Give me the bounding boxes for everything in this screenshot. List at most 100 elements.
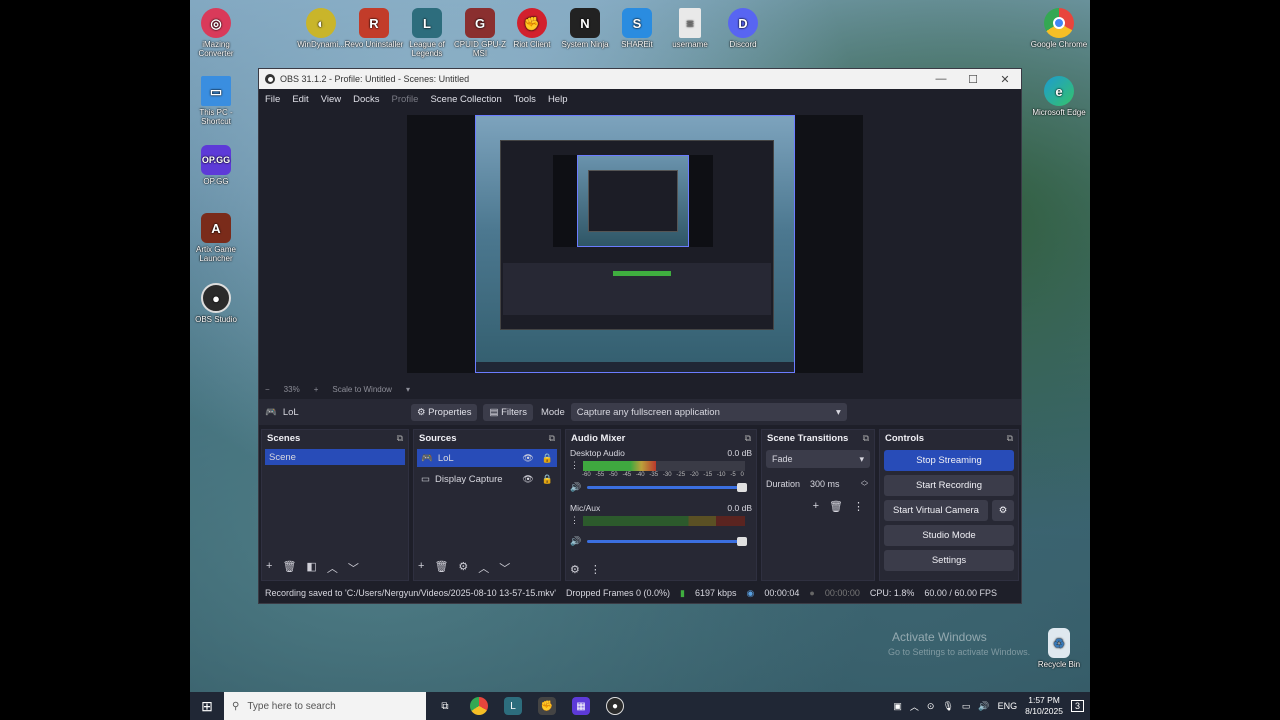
move-up-icon[interactable]: ︿	[478, 560, 489, 576]
dock-menu-icon[interactable]: ⧉	[397, 433, 403, 444]
desktop-icon-imazing[interactable]: ◎ iMazing Converter	[190, 8, 247, 58]
desktop-icon-chrome[interactable]: Google Chrome	[1028, 8, 1090, 49]
taskbar: ⊞ ⚲ Type here to search ⧉ L ✊ ▦ ● ▣ ︿ ⊙ …	[190, 692, 1090, 720]
move-down-icon[interactable]: ﹀	[348, 560, 359, 576]
tick-label: -60	[582, 472, 591, 478]
chrome-taskbar-icon[interactable]	[470, 697, 488, 715]
windows-start-icon[interactable]: ⊞	[190, 698, 224, 715]
kebab-menu-icon[interactable]: ⋮	[590, 563, 601, 576]
kebab-menu-icon[interactable]: ⋮	[853, 500, 864, 513]
desktop-icon-obs[interactable]: ● OBS Studio	[190, 283, 247, 324]
obs-taskbar-icon[interactable]: ●	[606, 697, 624, 715]
remove-source-icon[interactable]: 🗑	[434, 560, 448, 576]
desktop-icon-edge[interactable]: e Microsoft Edge	[1028, 76, 1090, 117]
network-icon[interactable]: ▭	[962, 701, 971, 712]
desktop-icon-opgg[interactable]: OP.GG OP.GG	[190, 145, 247, 186]
source-properties-icon[interactable]: ⚙	[458, 560, 468, 576]
menu-tools[interactable]: Tools	[514, 94, 536, 105]
volume-slider-knob[interactable]	[737, 537, 748, 546]
maximize-button[interactable]: ☐	[957, 73, 989, 86]
add-transition-icon[interactable]: +	[813, 500, 819, 513]
volume-slider[interactable]	[587, 483, 748, 492]
microphone-icon[interactable]: 🎙	[942, 701, 953, 712]
volume-slider[interactable]	[587, 537, 748, 546]
stop-streaming-button[interactable]: Stop Streaming	[884, 450, 1014, 471]
language-indicator[interactable]: ENG	[998, 701, 1018, 711]
edge-icon: e	[1044, 76, 1074, 106]
riot-taskbar-icon[interactable]: ✊	[538, 697, 556, 715]
duration-input[interactable]: 300 ms ︿ ﹀	[808, 476, 870, 492]
dock-menu-icon[interactable]: ⧉	[549, 433, 555, 444]
minimize-button[interactable]: —	[925, 73, 957, 86]
move-up-icon[interactable]: ︿	[327, 560, 338, 576]
shareit-icon: S	[622, 8, 652, 38]
zoom-out-button[interactable]: −	[265, 385, 270, 394]
start-recording-button[interactable]: Start Recording	[884, 475, 1014, 496]
speaker-icon[interactable]: 🔊	[570, 482, 581, 493]
taskbar-search[interactable]: ⚲ Type here to search	[224, 692, 426, 720]
menu-docks[interactable]: Docks	[353, 94, 379, 105]
lock-icon[interactable]: 🔒	[542, 474, 553, 485]
source-item-display-capture[interactable]: ▭ Display Capture 👁 🔒	[417, 470, 557, 488]
menu-profile[interactable]: Profile	[392, 94, 419, 105]
transition-select[interactable]: Fade ▾	[766, 450, 870, 468]
menu-view[interactable]: View	[321, 94, 341, 105]
speaker-icon[interactable]: 🔊	[570, 536, 581, 547]
mode-select[interactable]: Capture any fullscreen application ▾	[570, 403, 847, 421]
eye-icon[interactable]: 👁	[522, 474, 533, 485]
kebab-menu-icon[interactable]: ⋮	[570, 460, 579, 471]
settings-button[interactable]: Settings	[884, 550, 1014, 571]
kebab-menu-icon[interactable]: ⋮	[570, 515, 579, 526]
volume-icon[interactable]: 🔊	[978, 701, 989, 712]
app-taskbar-icon[interactable]: ▦	[572, 697, 590, 715]
chevron-down-icon[interactable]: ▾	[406, 385, 410, 394]
menu-file[interactable]: File	[265, 94, 280, 105]
desktop-icon-discord[interactable]: D Discord	[712, 8, 774, 49]
bitrate: 6197 kbps	[694, 588, 737, 598]
volume-slider-knob[interactable]	[737, 483, 748, 492]
signal-icon: ▮	[679, 587, 685, 598]
dock-menu-icon[interactable]: ⧉	[863, 433, 869, 444]
preview-canvas[interactable]	[407, 115, 863, 373]
menu-scene-collection[interactable]: Scene Collection	[430, 94, 501, 105]
obs-titlebar[interactable]: OBS 31.1.2 - Profile: Untitled - Scenes:…	[259, 69, 1021, 89]
preview-area[interactable]	[259, 109, 1021, 381]
desktop-icon-artix[interactable]: A Artix Game Launcher	[190, 213, 247, 263]
chevron-up-icon[interactable]: ︿	[910, 700, 919, 713]
eye-icon[interactable]: 👁	[522, 453, 533, 464]
tray-icon[interactable]: ⊙	[927, 701, 935, 712]
scene-filters-icon[interactable]: ◧	[306, 560, 316, 576]
close-button[interactable]: ✕	[989, 73, 1021, 86]
menu-edit[interactable]: Edit	[292, 94, 308, 105]
properties-button[interactable]: ⚙ Properties	[411, 403, 478, 421]
desktop-icon-recycle-bin[interactable]: ♻ Recycle Bin	[1028, 628, 1090, 669]
lock-icon[interactable]: 🔒	[542, 453, 553, 464]
desktop-icon-this-pc[interactable]: ▭ This PC - Shortcut	[190, 76, 247, 126]
scene-item[interactable]: Scene	[265, 449, 405, 465]
remove-scene-icon[interactable]: 🗑	[282, 560, 296, 576]
task-view-icon[interactable]: ⧉	[436, 697, 454, 715]
scale-to-window[interactable]: Scale to Window	[332, 385, 392, 394]
dock-menu-icon[interactable]: ⧉	[1007, 433, 1013, 444]
remove-transition-icon[interactable]: 🗑	[829, 500, 843, 513]
start-virtual-camera-button[interactable]: Start Virtual Camera	[884, 500, 988, 521]
preview-source-image[interactable]	[475, 115, 795, 373]
zoom-bar: − 33% + Scale to Window ▾	[259, 381, 1021, 397]
gear-icon[interactable]: ⚙	[570, 563, 580, 576]
menu-help[interactable]: Help	[548, 94, 568, 105]
studio-mode-button[interactable]: Studio Mode	[884, 525, 1014, 546]
spinner-icon[interactable]: ︿ ﹀	[861, 477, 868, 491]
source-item-lol[interactable]: 🎮 LoL 👁 🔒	[417, 449, 557, 467]
pc-icon: ▭	[201, 76, 231, 106]
dock-menu-icon[interactable]: ⧉	[745, 433, 751, 444]
zoom-in-button[interactable]: +	[314, 385, 319, 394]
add-source-icon[interactable]: +	[418, 560, 424, 576]
tray-app-icon[interactable]: ▣	[893, 701, 902, 712]
filters-button[interactable]: ▤ Filters	[483, 403, 533, 421]
lol-taskbar-icon[interactable]: L	[504, 697, 522, 715]
notification-icon[interactable]: 3	[1070, 700, 1084, 712]
add-scene-icon[interactable]: +	[266, 560, 272, 576]
virtual-camera-settings-button[interactable]: ⚙	[992, 500, 1014, 521]
clock[interactable]: 1:57 PM 8/10/2025	[1025, 695, 1063, 717]
move-down-icon[interactable]: ﹀	[499, 560, 510, 576]
